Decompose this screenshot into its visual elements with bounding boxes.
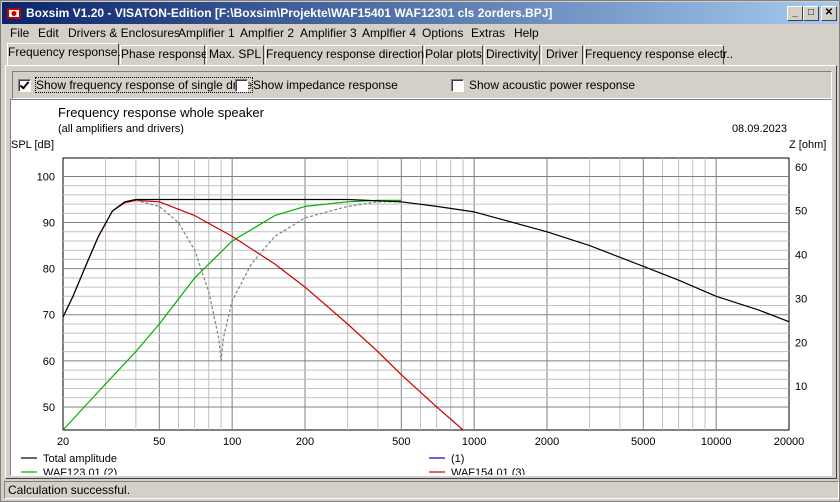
menu-amplifier-1[interactable]: Amplifier 1 <box>178 26 235 40</box>
menu-drivers-enclosures[interactable]: Drivers & Enclosures <box>68 26 180 40</box>
tab-strip: Frequency response. Phase response Max. … <box>5 43 837 65</box>
x-tick-label: 2000 <box>535 436 559 448</box>
application-window: Boxsim V1.20 - VISATON-Edition [F:\Boxsi… <box>0 0 840 502</box>
menu-bar: File Edit Drivers & Enclosures Amplifier… <box>2 24 838 42</box>
x-tick-label: 20 <box>57 436 69 448</box>
y2-tick-label: 20 <box>795 337 807 349</box>
minimize-button[interactable]: _ <box>787 6 803 21</box>
menu-amplifier-4[interactable]: Amplfier 4 <box>362 26 416 40</box>
y2-tick-label: 10 <box>795 381 807 393</box>
single-drive-checkbox[interactable]: Show frequency response of single drive <box>18 77 254 93</box>
tab-frequency-response-directions[interactable]: Frequency response directions <box>265 45 430 65</box>
options-bar: Show frequency response of single drive … <box>12 71 832 99</box>
tab-max-spl[interactable]: Max. SPL <box>206 45 264 65</box>
x-tick-label: 100 <box>223 436 241 448</box>
status-text: Calculation successful. <box>4 481 839 499</box>
menu-extras[interactable]: Extras <box>471 26 505 40</box>
tab-driver[interactable]: Driver <box>541 45 583 65</box>
title-bar[interactable]: Boxsim V1.20 - VISATON-Edition [F:\Boxsi… <box>2 2 838 24</box>
y-tick-label: 90 <box>43 218 55 230</box>
y-tick-label: 70 <box>43 310 55 322</box>
y2-tick-label: 50 <box>795 206 807 218</box>
frequency-response-chart: Frequency response whole speaker (all am… <box>11 105 826 475</box>
x-tick-label: 500 <box>392 436 410 448</box>
acoustic-power-checkbox[interactable]: Show acoustic power response <box>451 78 635 92</box>
menu-file[interactable]: File <box>10 26 29 40</box>
acoustic-power-label: Show acoustic power response <box>469 78 636 92</box>
x-tick-label: 200 <box>296 436 314 448</box>
y-tick-label: 100 <box>37 171 55 183</box>
plot-area[interactable]: Frequency response whole speaker (all am… <box>10 99 832 476</box>
y-tick-label: 80 <box>43 264 55 276</box>
window-title: Boxsim V1.20 - VISATON-Edition [F:\Boxsi… <box>26 6 553 20</box>
x-tick-label: 5000 <box>631 436 655 448</box>
y2-tick-label: 40 <box>795 250 807 262</box>
y2-axis-label: Z [ohm] <box>789 139 826 151</box>
x-tick-label: 20000 <box>774 436 805 448</box>
tab-panel: Show frequency response of single drive … <box>5 65 837 479</box>
checkbox-box[interactable] <box>451 78 464 92</box>
y-axis-label: SPL [dB] <box>11 139 54 151</box>
x-tick-label: 1000 <box>462 436 486 448</box>
legend-label: (1) <box>451 453 464 465</box>
app-icon <box>7 8 21 19</box>
legend-label: WAF154.01 (3) <box>451 467 525 475</box>
plot-frame <box>62 157 790 431</box>
x-tick-label: 50 <box>153 436 165 448</box>
y2-tick-label: 30 <box>795 293 807 305</box>
menu-amplifier-3[interactable]: Amplifier 3 <box>300 26 357 40</box>
checkbox-box[interactable] <box>235 78 248 92</box>
y-tick-label: 50 <box>43 402 55 414</box>
menu-edit[interactable]: Edit <box>38 26 59 40</box>
chart-title: Frequency response whole speaker <box>58 105 265 120</box>
y2-tick-label: 60 <box>795 162 807 174</box>
checkbox-box[interactable] <box>18 78 31 92</box>
maximize-button[interactable]: □ <box>803 6 819 21</box>
tab-phase-response[interactable]: Phase response <box>120 45 208 65</box>
series-line <box>62 198 790 323</box>
impedance-checkbox[interactable]: Show impedance response <box>235 78 398 92</box>
legend-label: Total amplitude <box>43 453 117 465</box>
chart-legend: Total amplitude WAF123.01 (2) (1) WAF154.01… <box>21 453 525 475</box>
status-bar: Calculation successful. <box>2 480 839 500</box>
menu-help[interactable]: Help <box>514 26 539 40</box>
legend-label: WAF123.01 (2) <box>43 467 117 475</box>
impedance-label: Show impedance response <box>253 78 398 92</box>
tab-directivity[interactable]: Directivity <box>484 45 540 65</box>
x-tick-label: 10000 <box>701 436 732 448</box>
menu-options[interactable]: Options <box>422 26 463 40</box>
chart-subtitle: (all amplifiers and drivers) <box>58 123 184 135</box>
tab-frequency-response[interactable]: Frequency response. <box>7 43 121 65</box>
y-tick-label: 60 <box>43 356 55 368</box>
tab-frequency-response-electrical[interactable]: Frequency response electr.. <box>584 45 733 65</box>
single-drive-label: Show frequency response of single drive <box>34 77 254 93</box>
close-button[interactable]: ✕ <box>821 6 837 21</box>
chart-date: 08.09.2023 <box>732 123 787 135</box>
chart-grid <box>62 157 790 431</box>
tab-polar-plots[interactable]: Polar plots <box>424 45 483 65</box>
menu-amplifier-2[interactable]: Amplfier 2 <box>240 26 294 40</box>
